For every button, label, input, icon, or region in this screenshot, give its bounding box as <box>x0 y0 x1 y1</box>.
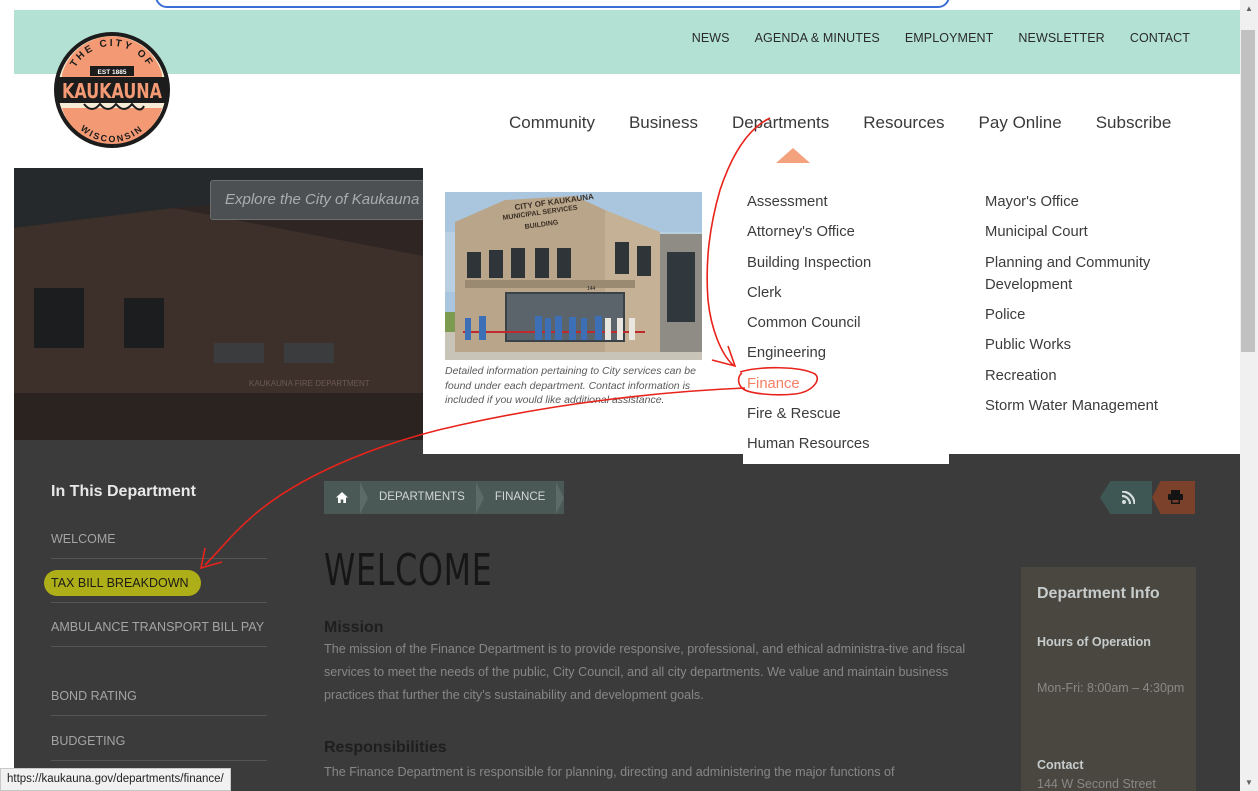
utility-link-agenda-minutes[interactable]: AGENDA & MINUTES <box>755 31 880 45</box>
dept-link-mayors-office[interactable]: Mayor's Office <box>985 191 1079 213</box>
rss-icon <box>1122 491 1135 504</box>
hours-heading: Hours of Operation <box>1037 635 1151 649</box>
scrollbar-thumb[interactable] <box>1241 30 1255 352</box>
municipal-building-photo: CITY OF KAUKAUNA MUNICIPAL SERVICES BUIL… <box>445 192 702 360</box>
nav-business[interactable]: Business <box>629 113 698 133</box>
nav-pay-online[interactable]: Pay Online <box>979 113 1062 133</box>
contact-address: 144 W Second Street <box>1037 777 1156 791</box>
breadcrumb-separator <box>556 481 565 514</box>
dept-link-human-resources[interactable]: Human Resources <box>747 433 870 455</box>
city-logo[interactable]: THE CITY OF EST 1885 KAUKAUNA WISCONSIN <box>52 30 172 150</box>
utility-link-contact[interactable]: CONTACT <box>1130 31 1190 45</box>
sidebar-item-ambulance-bill-pay[interactable]: AMBULANCE TRANSPORT BILL PAY <box>51 616 267 647</box>
dept-link-planning-community-development[interactable]: Planning and Community Development <box>985 252 1185 296</box>
utility-link-news[interactable]: NEWS <box>692 31 730 45</box>
dept-link-common-council[interactable]: Common Council <box>747 312 860 334</box>
dept-link-engineering[interactable]: Engineering <box>747 342 826 364</box>
breadcrumb-separator <box>360 481 368 514</box>
breadcrumb-finance[interactable]: FINANCE <box>484 481 556 514</box>
breadcrumb: DEPARTMENTS FINANCE <box>324 481 565 514</box>
dept-link-recreation[interactable]: Recreation <box>985 365 1057 387</box>
site-search-input[interactable]: Explore the City of Kaukauna <box>210 180 450 220</box>
sidebar-item-label: WELCOME <box>51 532 116 546</box>
dept-link-public-works[interactable]: Public Works <box>985 334 1071 356</box>
home-icon <box>336 492 348 503</box>
nav-departments[interactable]: Departments <box>732 113 829 133</box>
dept-link-finance[interactable]: Finance <box>747 373 800 395</box>
mission-paragraph: The mission of the Finance Department is… <box>324 642 966 702</box>
responsibilities-heading: Responsibilities <box>324 739 447 756</box>
nav-subscribe[interactable]: Subscribe <box>1096 113 1172 133</box>
browser-viewport: NEWS AGENDA & MINUTES EMPLOYMENT NEWSLET… <box>0 0 1258 791</box>
dropdown-caption: Detailed information pertaining to City … <box>445 365 696 406</box>
status-bar-url: https://kaukauna.gov/departments/finance… <box>0 768 231 791</box>
sidebar-item-label: BOND RATING <box>51 689 137 703</box>
rss-button[interactable] <box>1100 481 1152 514</box>
dept-link-assessment[interactable]: Assessment <box>747 191 828 213</box>
dept-link-police[interactable]: Police <box>985 304 1025 326</box>
department-info-box: Department Info Hours of Operation Mon-F… <box>1021 567 1196 791</box>
sidebar-item-welcome[interactable]: WELCOME <box>51 528 267 559</box>
dept-link-fire-rescue[interactable]: Fire & Rescue <box>747 403 841 425</box>
dept-link-attorneys-office[interactable]: Attorney's Office <box>747 221 855 243</box>
sidebar-item-label: TAX BILL BREAKDOWN <box>51 576 189 590</box>
main-nav: Community Business Departments Resources… <box>509 113 1171 133</box>
sidebar-title: In This Department <box>51 483 196 500</box>
page-title: WELCOME <box>324 545 493 596</box>
department-info-title: Department Info <box>1037 585 1160 602</box>
hours-value: Mon-Fri: 8:00am – 4:30pm <box>1037 681 1185 695</box>
utility-nav: NEWS AGENDA & MINUTES EMPLOYMENT NEWSLET… <box>692 31 1190 45</box>
dept-link-storm-water-management[interactable]: Storm Water Management <box>985 395 1158 417</box>
logo-est-text: EST 1885 <box>98 69 127 76</box>
utility-link-newsletter[interactable]: NEWSLETTER <box>1018 31 1104 45</box>
dept-link-clerk[interactable]: Clerk <box>747 282 782 304</box>
nav-resources[interactable]: Resources <box>863 113 944 133</box>
scroll-down-icon[interactable]: ▼ <box>1240 774 1258 791</box>
scroll-up-icon[interactable]: ▲ <box>1240 0 1258 17</box>
sidebar-item-budgeting[interactable]: BUDGETING <box>51 730 267 761</box>
print-button[interactable] <box>1152 481 1195 514</box>
dept-link-municipal-court[interactable]: Municipal Court <box>985 221 1088 243</box>
contact-heading: Contact <box>1037 758 1084 772</box>
sidebar-item-label: AMBULANCE TRANSPORT BILL PAY <box>51 620 265 634</box>
sidebar-item-label: BUDGETING <box>51 734 126 748</box>
hero-building-sign: KAUKAUNA FIRE DEPARTMENT <box>249 379 370 388</box>
dept-link-building-inspection[interactable]: Building Inspection <box>747 252 871 274</box>
mission-heading: Mission <box>324 619 384 636</box>
breadcrumb-departments[interactable]: DEPARTMENTS <box>368 481 476 514</box>
sidebar-item-bond-rating[interactable]: BOND RATING <box>51 685 267 716</box>
nav-community[interactable]: Community <box>509 113 595 133</box>
address-bar-edge[interactable] <box>155 0 950 8</box>
responsibilities-paragraph: The Finance Department is responsible fo… <box>324 765 895 779</box>
logo-name-text: KAUKAUNA <box>62 79 162 103</box>
print-icon <box>1168 490 1183 504</box>
svg-text:144: 144 <box>587 286 596 292</box>
breadcrumb-separator <box>475 481 484 514</box>
utility-link-employment[interactable]: EMPLOYMENT <box>905 31 994 45</box>
dropdown-caret-icon <box>776 148 810 163</box>
sidebar-item-tax-bill-breakdown[interactable]: TAX BILL BREAKDOWN <box>51 572 267 603</box>
breadcrumb-home[interactable] <box>324 481 360 514</box>
